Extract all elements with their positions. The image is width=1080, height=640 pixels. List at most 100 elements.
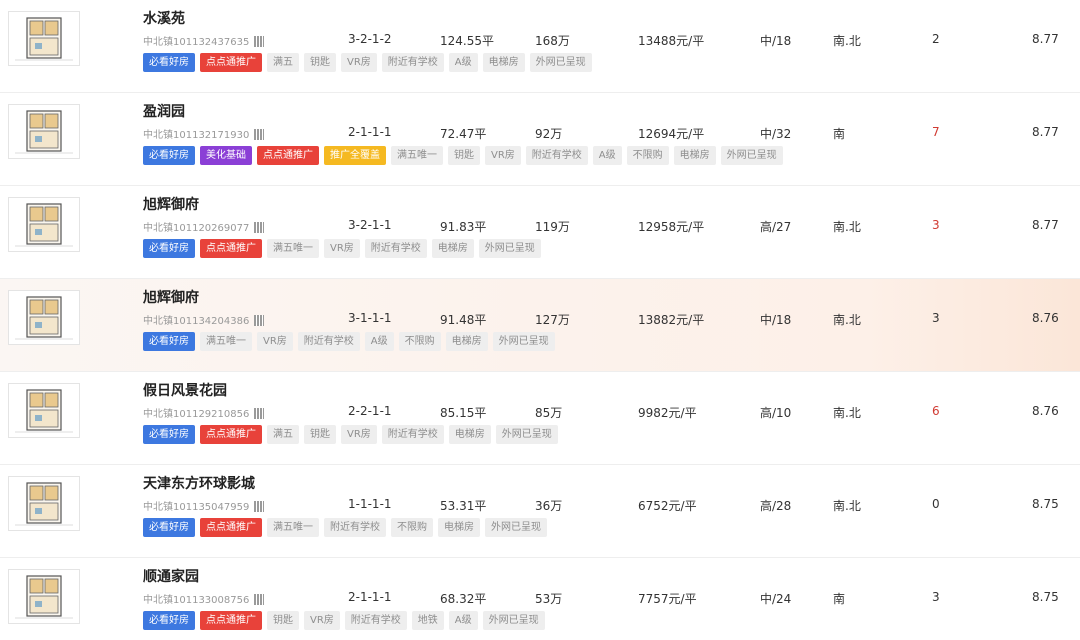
total-price-cell: 168万 bbox=[535, 34, 570, 48]
listing-name[interactable]: 假日风景花园 bbox=[143, 380, 227, 400]
unit-price-cell: 7757元/平 bbox=[638, 592, 697, 606]
listing-code: 中北镇101132171930 bbox=[143, 126, 265, 141]
floor-cell: 中/24 bbox=[760, 592, 792, 606]
floorplan-thumbnail[interactable] bbox=[8, 11, 80, 66]
tag-badge: 外网已呈现 bbox=[495, 425, 558, 444]
tag-badge: VR房 bbox=[341, 425, 377, 444]
floor-cell: 中/32 bbox=[760, 127, 792, 141]
count-cell: 0 bbox=[932, 497, 940, 511]
tag-badge: VR房 bbox=[257, 332, 293, 351]
tag-badge: 点点通推广 bbox=[200, 425, 262, 444]
listing-row[interactable]: 旭辉御府 中北镇101120269077 必看好房 点点通推广 满五唯一 VR房 附近有学校… bbox=[0, 186, 1080, 279]
listing-row[interactable]: 顺通家园 中北镇101133008756 必看好房 点点通推广 钥匙 VR房 附近有学校 地铁… bbox=[0, 558, 1080, 640]
tag-badge: 必看好房 bbox=[143, 53, 195, 72]
tag-badge: VR房 bbox=[304, 611, 340, 630]
floorplan-thumbnail[interactable] bbox=[8, 569, 80, 624]
listing-row[interactable]: 盈润园 中北镇101132171930 必看好房 美化基础 点点通推广 推广全覆盖 满五唯一… bbox=[0, 93, 1080, 186]
listing-code-text: 中北镇101129210856 bbox=[143, 409, 250, 420]
layout-cell: 1-1-1-1 bbox=[348, 497, 392, 511]
qrcode-icon[interactable] bbox=[254, 501, 265, 512]
listing-row[interactable]: 天津东方环球影城 中北镇101135047959 必看好房 点点通推广 满五唯一 附近有学… bbox=[0, 465, 1080, 558]
tag-badge: 外网已呈现 bbox=[478, 239, 541, 258]
layout-cell: 3-2-1-2 bbox=[348, 32, 392, 46]
tag-list: 必看好房 点点通推广 钥匙 VR房 附近有学校 地铁 A级 外网已呈现 bbox=[143, 611, 550, 630]
listing-code-text: 中北镇101132437635 bbox=[143, 37, 250, 48]
tag-badge: A级 bbox=[364, 332, 394, 351]
tag-badge: 满五 bbox=[267, 53, 299, 72]
tag-badge: VR房 bbox=[324, 239, 360, 258]
count-cell: 3 bbox=[932, 311, 940, 325]
tag-badge: 必看好房 bbox=[143, 332, 195, 351]
floorplan-thumbnail[interactable] bbox=[8, 104, 80, 159]
unit-price-cell: 6752元/平 bbox=[638, 499, 697, 513]
area-cell: 124.55平 bbox=[440, 34, 494, 48]
count-cell: 3 bbox=[932, 590, 940, 604]
tag-badge: VR房 bbox=[485, 146, 521, 165]
listing-code: 中北镇101135047959 bbox=[143, 498, 265, 513]
qrcode-icon[interactable] bbox=[254, 408, 265, 419]
listing-row[interactable]: 水溪苑 中北镇101132437635 必看好房 点点通推广 满五 钥匙 VR房 附近有学校 A… bbox=[0, 0, 1080, 93]
tag-badge: 外网已呈现 bbox=[492, 332, 555, 351]
qrcode-icon[interactable] bbox=[254, 315, 265, 326]
orientation-cell: 南.北 bbox=[833, 313, 861, 327]
count-cell: 3 bbox=[932, 218, 940, 232]
tag-badge: 满五唯一 bbox=[200, 332, 252, 351]
score-cell: 8.77 bbox=[1032, 125, 1059, 139]
tag-badge: 满五唯一 bbox=[267, 239, 319, 258]
tag-badge: 点点通推广 bbox=[200, 239, 262, 258]
tag-badge: 附近有学校 bbox=[324, 518, 386, 537]
tag-badge: 电梯房 bbox=[445, 332, 488, 351]
tag-badge: 钥匙 bbox=[267, 611, 299, 630]
layout-cell: 3-1-1-1 bbox=[348, 311, 392, 325]
floorplan-thumbnail[interactable] bbox=[8, 197, 80, 252]
tag-badge: 满五唯一 bbox=[267, 518, 319, 537]
tag-badge: 不限购 bbox=[398, 332, 441, 351]
tag-badge: A级 bbox=[592, 146, 622, 165]
tag-badge: 满五唯一 bbox=[391, 146, 443, 165]
qrcode-icon[interactable] bbox=[254, 594, 265, 605]
score-cell: 8.76 bbox=[1032, 311, 1059, 325]
area-cell: 91.48平 bbox=[440, 313, 487, 327]
listing-code-text: 中北镇101120269077 bbox=[143, 223, 250, 234]
unit-price-cell: 12694元/平 bbox=[638, 127, 705, 141]
tag-list: 必看好房 点点通推广 满五 钥匙 VR房 附近有学校 电梯房 外网已呈现 bbox=[143, 425, 563, 444]
listing-row[interactable]: 假日风景花园中北镇101129210856 必看好房 点点通推广 满五 钥匙 VR房 附近有… bbox=[0, 372, 1080, 465]
orientation-cell: 南 bbox=[833, 592, 846, 606]
count-cell: 7 bbox=[932, 125, 940, 139]
listing-name[interactable]: 盈润园 bbox=[143, 101, 185, 121]
tag-badge: 必看好房 bbox=[143, 146, 195, 165]
unit-price-cell: 13882元/平 bbox=[638, 313, 705, 327]
listing-code-text: 中北镇101133008756 bbox=[143, 595, 250, 606]
tag-badge: 电梯房 bbox=[448, 425, 491, 444]
listing-name[interactable]: 天津东方环球影城 bbox=[143, 473, 255, 493]
tag-badge: 不限购 bbox=[391, 518, 433, 537]
listing-name[interactable]: 旭辉御府 bbox=[143, 287, 199, 307]
listing-code-text: 中北镇101135047959 bbox=[143, 502, 250, 513]
floorplan-thumbnail[interactable] bbox=[8, 383, 80, 438]
listing-row[interactable]: 旭辉御府 中北镇101134204386 必看好房 满五唯一 VR房 附近有学校 A级 不限购… bbox=[0, 279, 1080, 372]
tag-list: 必看好房 满五唯一 VR房 附近有学校 A级 不限购 电梯房 外网已呈现 bbox=[143, 332, 560, 351]
floor-cell: 高/27 bbox=[760, 220, 792, 234]
score-cell: 8.76 bbox=[1032, 404, 1059, 418]
tag-badge: VR房 bbox=[341, 53, 377, 72]
count-cell: 6 bbox=[932, 404, 940, 418]
unit-price-cell: 9982元/平 bbox=[638, 406, 697, 420]
area-cell: 72.47平 bbox=[440, 127, 487, 141]
qrcode-icon[interactable] bbox=[254, 222, 265, 233]
floorplan-thumbnail[interactable] bbox=[8, 476, 80, 531]
qrcode-icon[interactable] bbox=[254, 129, 265, 140]
listing-name[interactable]: 旭辉御府 bbox=[143, 194, 199, 214]
listing-code: 中北镇101134204386 bbox=[143, 312, 265, 327]
tag-badge: 点点通推广 bbox=[200, 611, 262, 630]
floorplan-thumbnail[interactable] bbox=[8, 290, 80, 345]
qrcode-icon[interactable] bbox=[254, 36, 265, 47]
tag-badge: 点点通推广 bbox=[257, 146, 319, 165]
listing-name[interactable]: 顺通家园 bbox=[143, 566, 199, 586]
listing-code: 中北镇101120269077 bbox=[143, 219, 265, 234]
listing-name[interactable]: 水溪苑 bbox=[143, 8, 185, 28]
score-cell: 8.75 bbox=[1032, 497, 1059, 511]
tag-badge: 钥匙 bbox=[304, 53, 336, 72]
count-cell: 2 bbox=[932, 32, 940, 46]
listing-code: 中北镇101133008756 bbox=[143, 591, 265, 606]
tag-badge: 点点通推广 bbox=[200, 53, 262, 72]
